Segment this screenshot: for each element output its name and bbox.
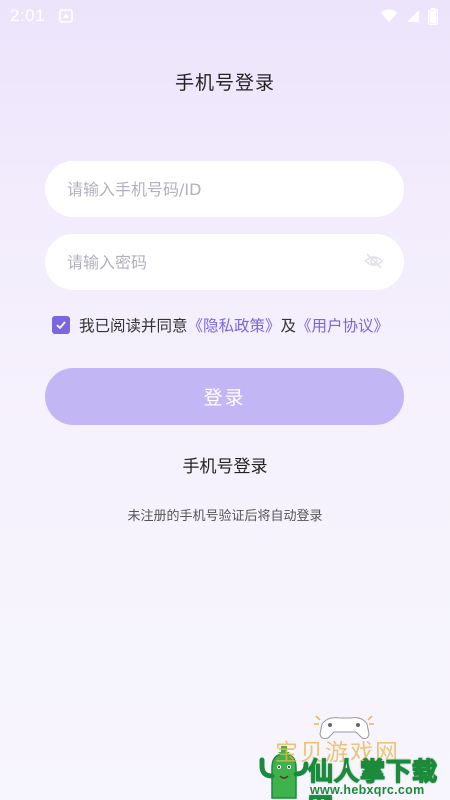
user-agreement-link[interactable]: 《用户协议》 xyxy=(296,314,389,336)
login-button[interactable]: 登录 xyxy=(45,368,404,425)
notification-icon xyxy=(59,9,73,23)
agreement-row: 我已阅读并同意 《隐私政策》 及 《用户协议》 xyxy=(52,314,389,336)
phone-input[interactable] xyxy=(67,179,382,199)
check-icon xyxy=(56,321,66,330)
password-input[interactable] xyxy=(67,252,382,272)
watermark: 宝贝游戏网 仙人掌下载网 www.hebxqrc.com xyxy=(250,710,450,800)
status-left: 2:01 xyxy=(10,6,73,26)
watermark-url: www.hebxqrc.com xyxy=(310,783,425,797)
eye-off-icon[interactable] xyxy=(364,251,384,275)
phone-login-switch[interactable]: 手机号登录 xyxy=(0,452,450,477)
auto-register-hint: 未注册的手机号验证后将自动登录 xyxy=(127,509,323,524)
agree-checkbox[interactable] xyxy=(52,316,70,334)
signal-icon xyxy=(406,9,420,23)
privacy-policy-link[interactable]: 《隐私政策》 xyxy=(188,314,281,336)
agree-prefix: 我已阅读并同意 xyxy=(79,317,188,335)
password-input-container xyxy=(45,234,404,290)
status-bar: 2:01 xyxy=(0,0,450,32)
status-time: 2:01 xyxy=(10,6,46,25)
page-title: 手机号登录 xyxy=(174,72,275,94)
wifi-icon xyxy=(380,9,398,23)
phone-input-container xyxy=(45,161,404,217)
status-right xyxy=(380,7,438,25)
agree-conjunction: 及 xyxy=(280,317,297,335)
battery-icon xyxy=(428,7,438,25)
